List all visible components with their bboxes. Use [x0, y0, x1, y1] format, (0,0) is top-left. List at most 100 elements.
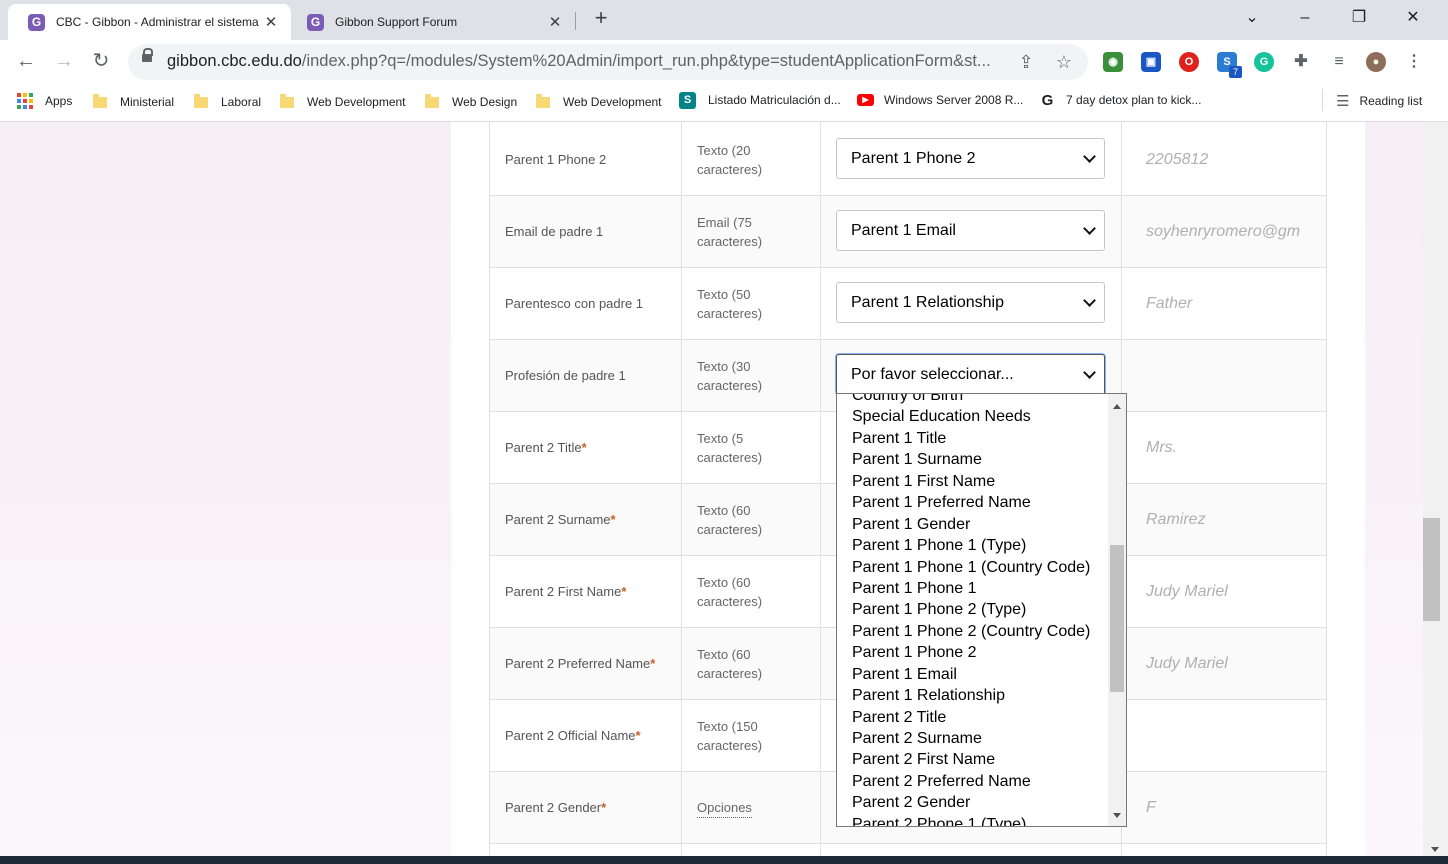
extensions-puzzle-icon[interactable]: ✚ — [1291, 52, 1311, 72]
table-border-right — [1326, 122, 1327, 856]
dropdown-option[interactable]: Parent 2 Surname — [837, 728, 1109, 749]
column-divider — [681, 122, 682, 856]
column-select[interactable]: Parent 1 Phone 2 — [836, 138, 1105, 179]
window-close-icon[interactable]: ✕ — [1398, 8, 1428, 30]
dropdown-option[interactable]: Parent 2 Preferred Name — [837, 771, 1109, 792]
field-name-label: Parent 2 First Name — [505, 583, 622, 599]
scroll-down-arrow-icon[interactable] — [1113, 813, 1121, 818]
share-icon[interactable]: ⇪ — [1016, 52, 1036, 72]
dropdown-option[interactable]: Parent 1 Preferred Name — [837, 492, 1109, 513]
dropdown-option[interactable]: Parent 1 Relationship — [837, 685, 1109, 706]
back-arrow-icon[interactable]: ← — [13, 49, 39, 75]
dropdown-option[interactable]: Parent 1 First Name — [837, 471, 1109, 492]
dropdown-option[interactable]: Parent 1 Phone 2 (Country Code) — [837, 621, 1109, 642]
field-type[interactable]: Opciones — [697, 772, 817, 843]
column-select-dropdown-list[interactable]: Country of Birth Special Education Needs P… — [836, 393, 1127, 827]
minimize-icon[interactable]: – — [1290, 8, 1320, 30]
reading-list-icon: ☰ — [1336, 93, 1350, 110]
scroll-up-arrow-icon[interactable] — [1113, 404, 1121, 409]
sharepoint-icon: S — [679, 91, 696, 109]
gibbon-favicon-icon: G — [307, 13, 324, 31]
tab-gibbon-admin[interactable]: G CBC - Gibbon - Administrar el sistema … — [8, 4, 291, 40]
restore-icon[interactable]: ❐ — [1344, 8, 1374, 30]
bookmark-laboral[interactable]: Laboral — [194, 93, 261, 111]
column-select-value: Parent 1 Phone 2 — [851, 149, 976, 167]
dropdown-option[interactable]: Parent 1 Phone 2 (Type) — [837, 599, 1109, 620]
forward-arrow-icon[interactable]: → — [51, 49, 77, 75]
menu-kebab-icon[interactable]: ⋮ — [1404, 52, 1424, 72]
dropdown-option[interactable]: Parent 1 Phone 1 (Type) — [837, 535, 1109, 556]
tab-gibbon-forum[interactable]: G Gibbon Support Forum ✕ — [291, 4, 575, 40]
dropdown-option[interactable]: Parent 2 First Name — [837, 749, 1109, 770]
dropdown-option[interactable]: Parent 2 Phone 1 (Type) — [837, 814, 1109, 826]
field-type: Email (75 caracteres) — [697, 196, 817, 267]
extension-file-icon[interactable]: ▣ — [1141, 52, 1161, 72]
field-type: Texto (150 caracteres) — [697, 700, 817, 771]
required-star: * — [650, 655, 656, 671]
close-icon[interactable]: ✕ — [547, 13, 563, 31]
field-name: Parent 2 Title * — [505, 412, 680, 483]
tab-title: Gibbon Support Forum — [335, 15, 458, 29]
column-select[interactable]: Parent 1 Email — [836, 210, 1105, 251]
dropdown-option[interactable]: Parent 1 Title — [837, 428, 1109, 449]
field-name-label: Profesión de padre 1 — [505, 367, 626, 383]
bookmark-web-design[interactable]: Web Design — [425, 93, 517, 111]
field-name-label: Parent 2 Official Name — [505, 727, 636, 743]
field-name: Profesión de padre 1 — [505, 340, 680, 411]
dropdown-option[interactable]: Parent 2 Gender — [837, 792, 1109, 813]
page-scrollbar[interactable] — [1423, 122, 1448, 856]
page-scroll-thumb[interactable] — [1423, 518, 1440, 621]
profile-avatar[interactable]: ● — [1366, 52, 1386, 72]
gibbon-favicon-icon: G — [28, 13, 45, 31]
dropdown-option[interactable]: Parent 1 Phone 1 — [837, 578, 1109, 599]
sample-value: Father — [1146, 294, 1193, 312]
column-select[interactable]: Por favor seleccionar... — [836, 354, 1105, 395]
scroll-down-arrow-icon[interactable] — [1431, 847, 1439, 852]
dropdown-option[interactable]: Parent 2 Title — [837, 707, 1109, 728]
tab-divider — [575, 12, 576, 30]
column-select[interactable]: Parent 1 Relationship — [836, 282, 1105, 323]
sample-value: Mrs. — [1146, 438, 1178, 456]
bookmark-apps[interactable]: Apps — [17, 92, 72, 110]
tab-strip: G CBC - Gibbon - Administrar el sistema … — [0, 0, 1448, 40]
bookmark-star-icon[interactable]: ☆ — [1054, 52, 1074, 72]
tab-title: CBC - Gibbon - Administrar el sistema — [56, 15, 259, 29]
dropdown-option[interactable]: Special Education Needs — [837, 406, 1109, 427]
bookmark-label: Apps — [45, 94, 73, 108]
reading-list-button[interactable]: ☰ Reading list — [1336, 92, 1422, 110]
bookmark-listado-matriculacion[interactable]: S Listado Matriculación d... — [679, 91, 841, 109]
bookmark-ministerial[interactable]: Ministerial — [93, 93, 174, 111]
new-tab-plus-icon[interactable]: + — [590, 7, 612, 30]
dropdown-option[interactable]: Parent 1 Gender — [837, 514, 1109, 535]
lock-icon — [142, 48, 153, 62]
dropdown-option[interactable]: Parent 1 Phone 2 — [837, 642, 1109, 663]
tab-search-chevron-icon[interactable]: ⌄ — [1237, 8, 1267, 30]
bookmark-label: Web Development — [563, 95, 662, 109]
bookmark-web-development[interactable]: Web Development — [280, 93, 406, 111]
sample-value — [1146, 340, 1306, 411]
address-bar[interactable]: gibbon.cbc.edu.do/index.php?q=/modules/S… — [128, 44, 1088, 80]
dropdown-option[interactable]: Parent 1 Email — [837, 664, 1109, 685]
dropdown-option[interactable]: Parent 1 Surname — [837, 449, 1109, 470]
field-type-label: Texto (60 caracteres) — [697, 646, 763, 681]
url-text[interactable]: gibbon.cbc.edu.do/index.php?q=/modules/S… — [167, 52, 1007, 71]
dropdown-scrollbar[interactable] — [1108, 394, 1126, 826]
browser-toolbar: ← → ↻ gibbon.cbc.edu.do/index.php?q=/mod… — [0, 40, 1448, 84]
bookmark-detox-plan[interactable]: G 7 day detox plan to kick... — [1039, 91, 1202, 109]
bookmark-windows-server[interactable]: ▶ Windows Server 2008 R... — [857, 91, 1023, 109]
os-taskbar — [0, 856, 1448, 864]
field-name-label: Parent 2 Gender — [505, 799, 602, 815]
field-name: Parent 2 Surname * — [505, 484, 680, 555]
extension-opera-icon[interactable]: O — [1179, 52, 1199, 72]
dropdown-scroll-thumb[interactable] — [1110, 545, 1124, 692]
dropdown-option[interactable]: Country of Birth — [837, 394, 1109, 406]
close-icon[interactable]: ✕ — [263, 13, 279, 31]
dropdown-option[interactable]: Parent 1 Phone 1 (Country Code) — [837, 557, 1109, 578]
extension-globe-icon[interactable]: ◉ — [1103, 52, 1123, 72]
reload-icon[interactable]: ↻ — [88, 49, 114, 75]
extension-grammarly-icon[interactable]: G — [1254, 52, 1274, 72]
table-border-left — [489, 122, 490, 856]
bookmark-web-development-2[interactable]: Web Development — [536, 93, 662, 111]
media-queue-icon[interactable]: ≡ — [1329, 52, 1349, 72]
chevron-down-icon — [1083, 294, 1096, 307]
